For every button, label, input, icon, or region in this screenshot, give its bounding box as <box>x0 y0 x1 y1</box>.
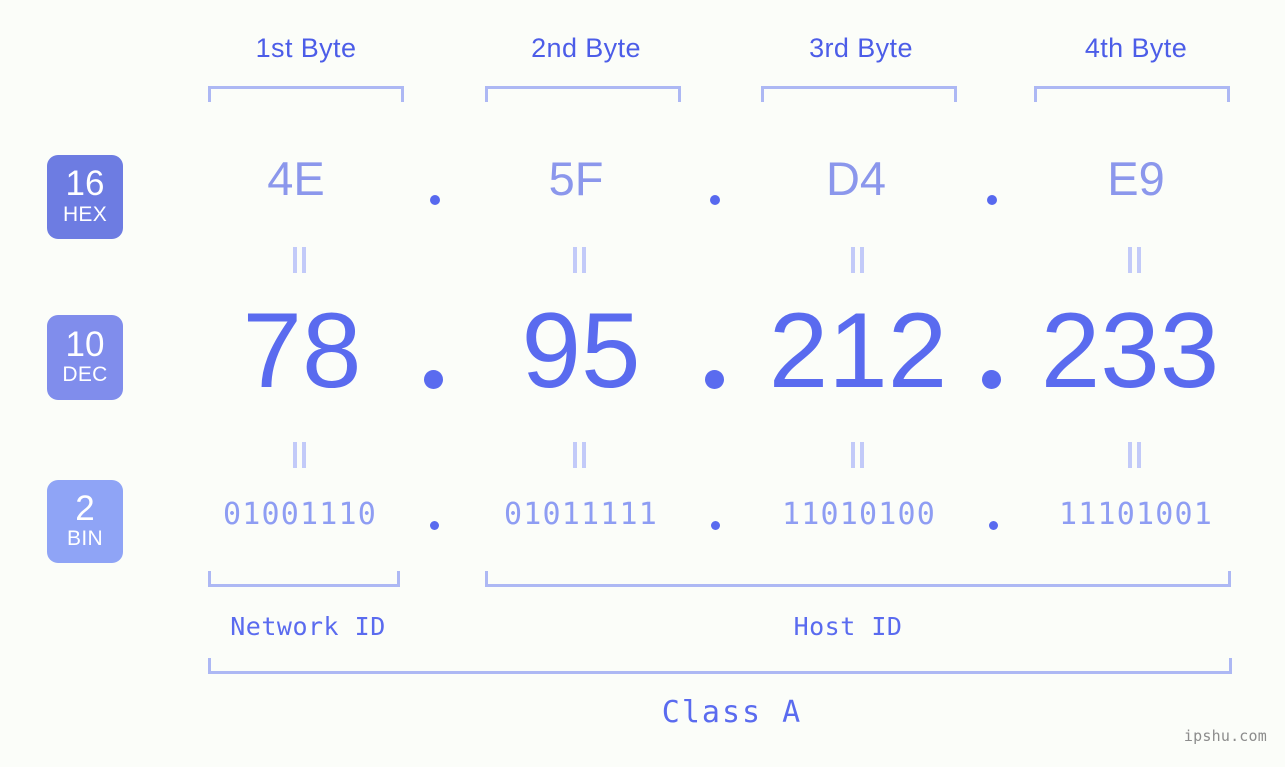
hex-octet-3: D4 <box>825 152 887 205</box>
bin-octet-4: 11101001 <box>1058 497 1214 532</box>
network-id-bracket <box>208 571 400 587</box>
base-badge-hex-abbr: HEX <box>62 202 108 226</box>
dec-octet-2: 95 <box>521 290 641 410</box>
bin-separator-dot-1 <box>430 521 439 530</box>
byte-header-4: 4th Byte <box>1084 33 1188 63</box>
bin-octet-2: 01011111 <box>503 497 659 532</box>
class-bracket <box>208 658 1232 674</box>
equals-mark-hex-dec-4 <box>1128 247 1143 273</box>
dec-octet-1: 78 <box>242 290 362 410</box>
base-badge-bin-number: 2 <box>75 488 95 528</box>
byte-header-1: 1st Byte <box>255 33 357 63</box>
byte-bracket-4 <box>1034 86 1230 102</box>
base-badge-bin: 2 BIN <box>47 480 123 563</box>
hex-octet-2: 5F <box>548 152 604 205</box>
network-id-label: Network ID <box>230 612 386 641</box>
hex-separator-dot-1 <box>430 195 440 205</box>
ip-breakdown-diagram: 1st Byte 2nd Byte 3rd Byte 4th Byte 16 H… <box>0 0 1285 767</box>
equals-mark-dec-bin-2 <box>573 442 588 468</box>
base-badge-dec-abbr: DEC <box>62 363 108 387</box>
equals-mark-dec-bin-4 <box>1128 442 1143 468</box>
byte-header-2: 2nd Byte <box>531 33 641 63</box>
hex-octet-1: 4E <box>267 152 325 205</box>
base-badge-dec: 10 DEC <box>47 315 123 400</box>
dec-octet-3: 212 <box>768 290 948 410</box>
hex-separator-dot-2 <box>710 195 720 205</box>
bin-octet-3: 11010100 <box>781 497 937 532</box>
dec-separator-dot-2 <box>705 370 724 389</box>
equals-mark-dec-bin-1 <box>293 442 308 468</box>
hex-separator-dot-3 <box>987 195 997 205</box>
dec-octet-4: 233 <box>1040 290 1220 410</box>
base-badge-hex-number: 16 <box>65 164 105 204</box>
dec-separator-dot-3 <box>982 370 1001 389</box>
site-watermark: ipshu.com <box>1183 727 1267 745</box>
host-id-bracket <box>485 571 1231 587</box>
equals-mark-dec-bin-3 <box>851 442 866 468</box>
bin-octet-1: 01001110 <box>222 497 378 532</box>
byte-header-3: 3rd Byte <box>809 33 913 63</box>
equals-mark-hex-dec-1 <box>293 247 308 273</box>
hex-octet-4: E9 <box>1107 152 1165 205</box>
dec-separator-dot-1 <box>424 370 443 389</box>
byte-bracket-1 <box>208 86 404 102</box>
base-badge-hex: 16 HEX <box>47 155 123 239</box>
equals-mark-hex-dec-3 <box>851 247 866 273</box>
base-badge-dec-number: 10 <box>65 324 105 364</box>
base-badge-bin-abbr: BIN <box>67 527 103 551</box>
bin-separator-dot-3 <box>989 521 998 530</box>
byte-bracket-3 <box>761 86 957 102</box>
byte-bracket-2 <box>485 86 681 102</box>
host-id-label: Host ID <box>793 612 903 641</box>
bin-separator-dot-2 <box>711 521 720 530</box>
equals-mark-hex-dec-2 <box>573 247 588 273</box>
class-label: Class A <box>661 695 803 730</box>
